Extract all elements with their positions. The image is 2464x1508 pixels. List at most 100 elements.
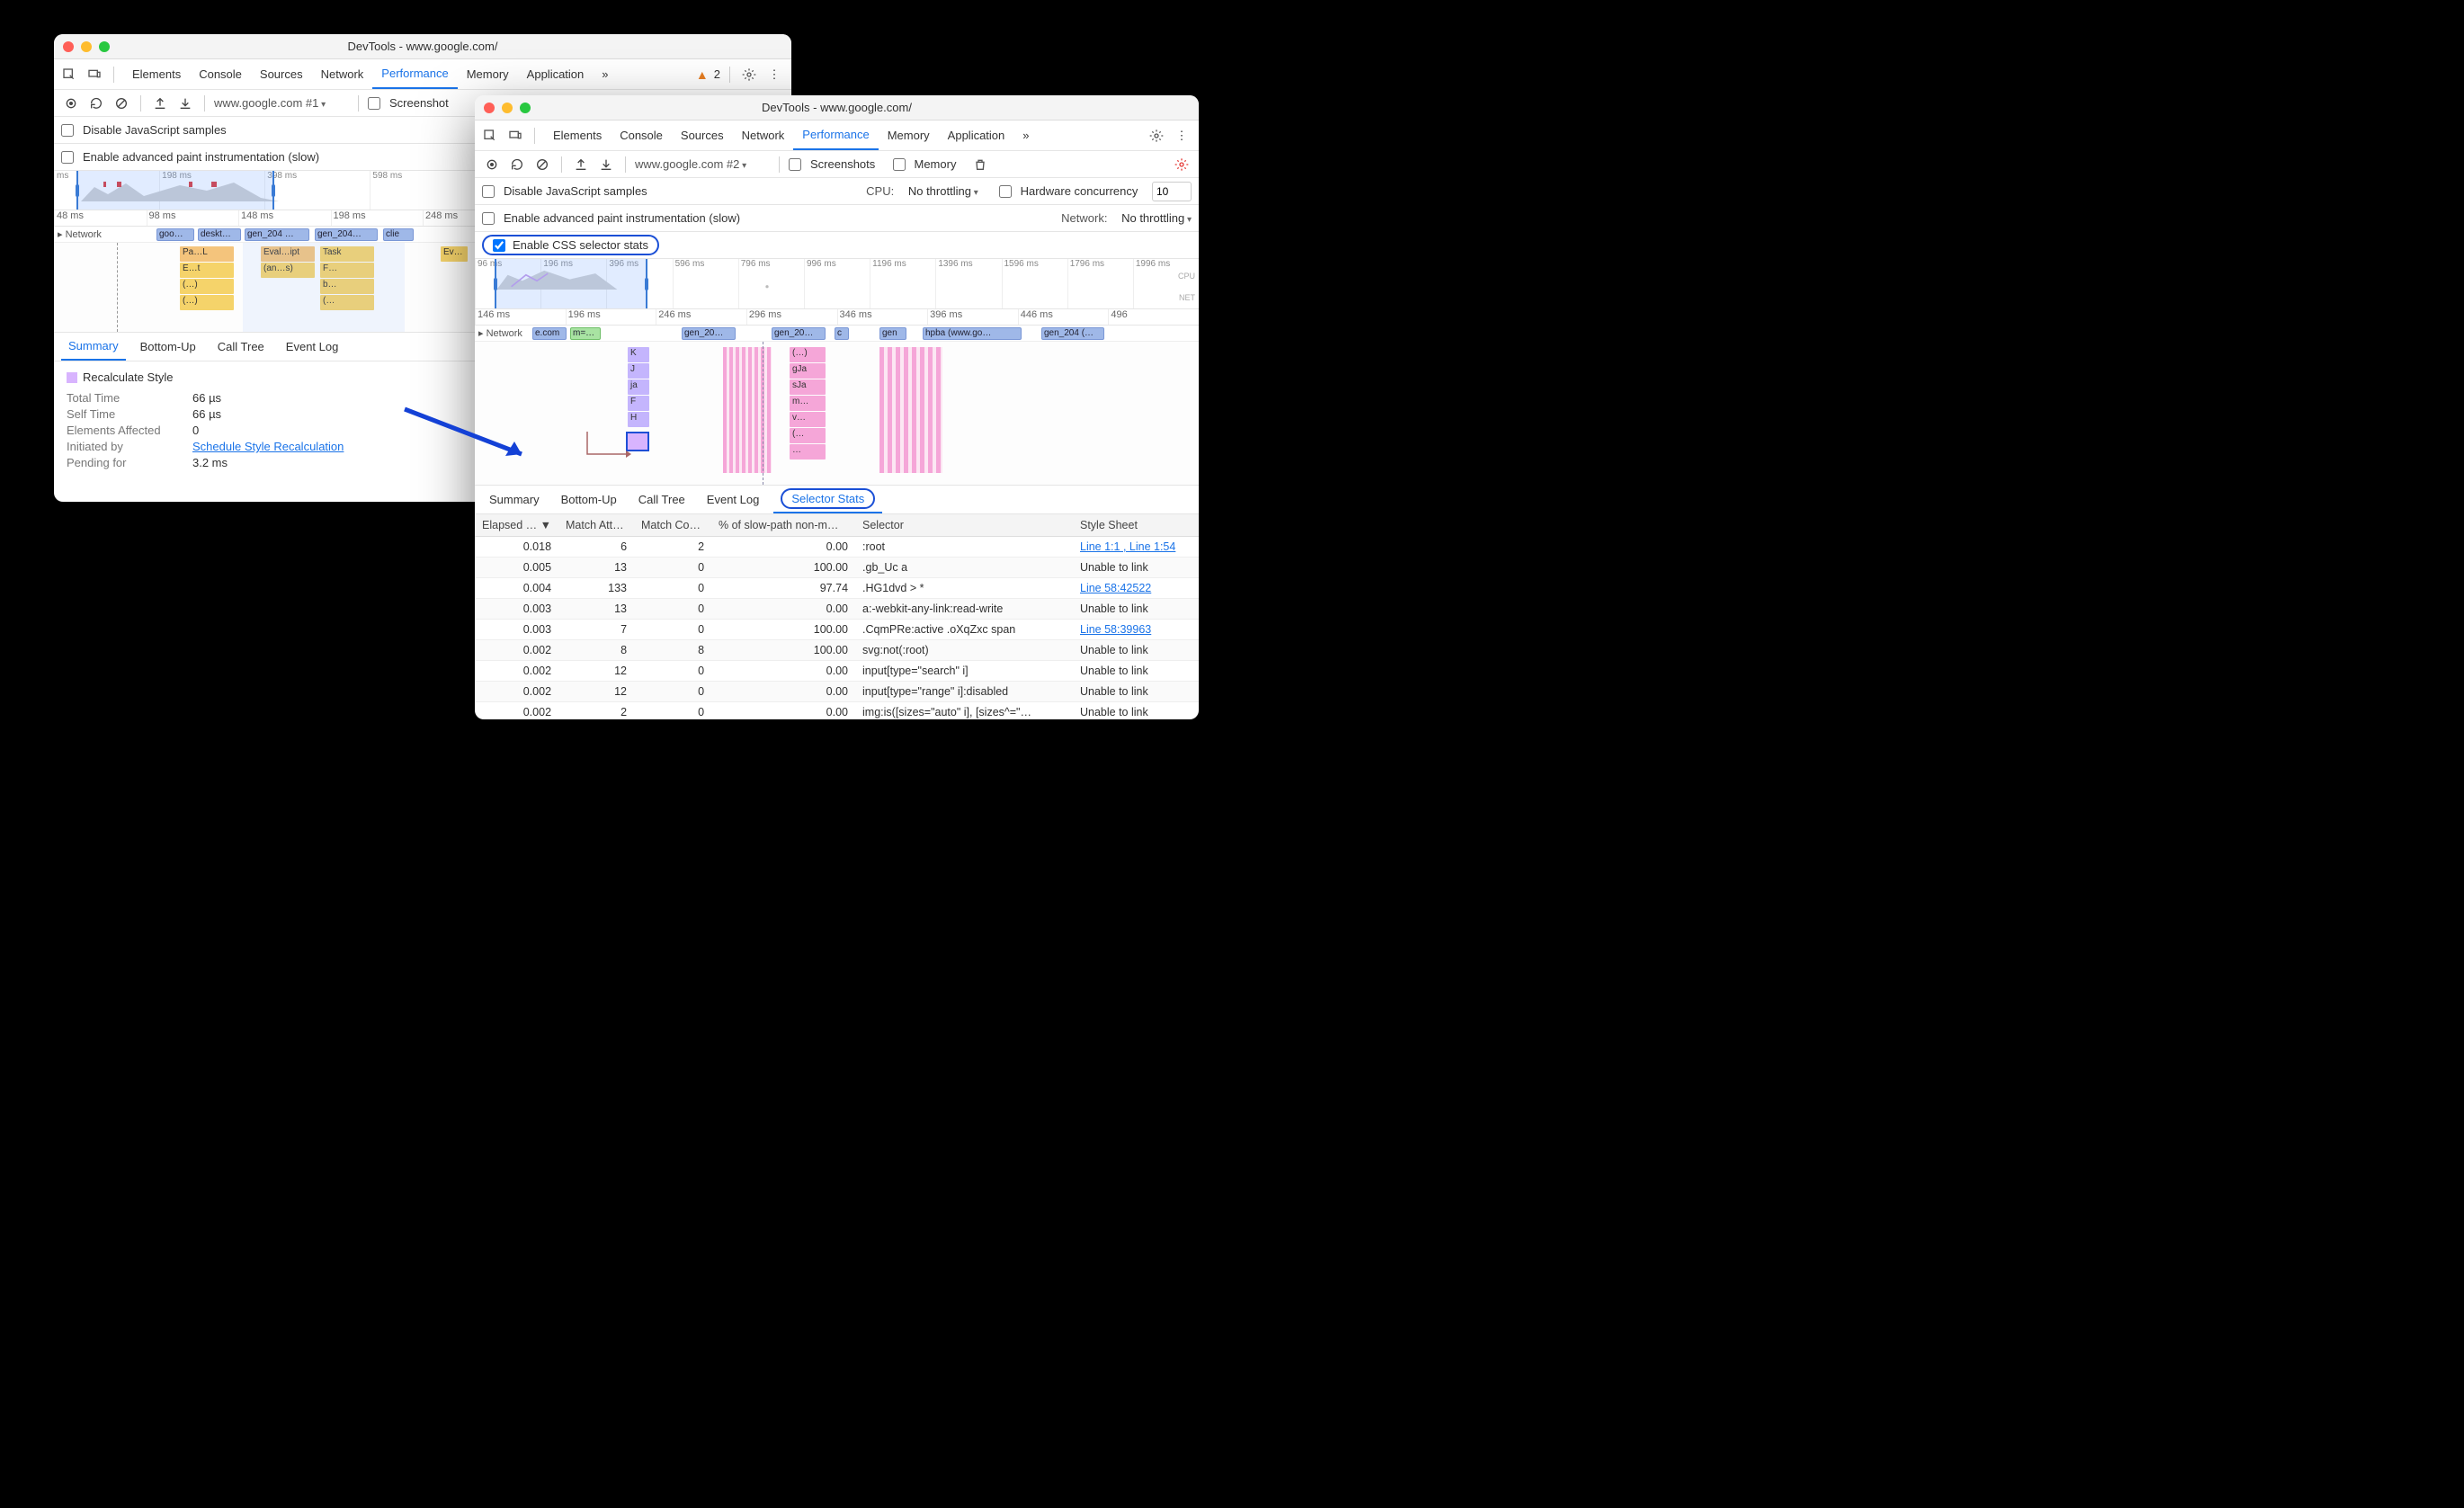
minimize-icon[interactable] <box>81 41 92 52</box>
clear-icon[interactable] <box>532 155 552 174</box>
device-icon[interactable] <box>505 126 525 146</box>
session-select[interactable]: www.google.com #1 <box>214 96 349 110</box>
detail-tab-calltree[interactable]: Call Tree <box>631 486 692 513</box>
settings-icon[interactable] <box>739 65 759 85</box>
zoom-icon[interactable] <box>99 41 110 52</box>
network-row[interactable]: ▸ Network e.com m=… gen_20… gen_20… c ge… <box>475 326 1199 342</box>
detail-tab-summary[interactable]: Summary <box>61 333 126 361</box>
paint-instr-checkbox[interactable] <box>482 212 495 225</box>
upload-icon[interactable] <box>571 155 591 174</box>
col-stylesheet[interactable]: Style Sheet <box>1073 514 1199 537</box>
session-select[interactable]: www.google.com #2 <box>635 157 770 171</box>
detail-tab-eventlog[interactable]: Event Log <box>279 333 346 361</box>
tab-application[interactable]: Application <box>939 121 1014 150</box>
table-row[interactable]: 0.0031300.00a:-webkit-any-link:read-writ… <box>475 599 1199 620</box>
download-icon[interactable] <box>596 155 616 174</box>
col-slowpath[interactable]: % of slow-path non-m… <box>711 514 855 537</box>
initiated-by-link[interactable]: Schedule Style Recalculation <box>192 440 344 453</box>
detail-tab-calltree[interactable]: Call Tree <box>210 333 272 361</box>
traffic-lights <box>63 41 110 52</box>
tab-memory[interactable]: Memory <box>458 60 518 89</box>
detail-tab-summary[interactable]: Summary <box>482 486 547 513</box>
settings-icon[interactable] <box>1147 126 1166 146</box>
close-icon[interactable] <box>63 41 74 52</box>
overview-handle-right[interactable] <box>643 259 650 308</box>
overview-handle-left[interactable] <box>74 171 81 210</box>
tab-memory[interactable]: Memory <box>879 121 939 150</box>
more-icon[interactable]: ⋮ <box>764 65 784 85</box>
table-row[interactable]: 0.018620.00:rootLine 1:1 , Line 1:54 <box>475 537 1199 558</box>
disable-js-checkbox[interactable] <box>61 124 74 137</box>
table-row[interactable]: 0.005130100.00.gb_Uc aUnable to link <box>475 558 1199 578</box>
reload-icon[interactable] <box>507 155 527 174</box>
tab-console[interactable]: Console <box>611 121 672 150</box>
inspect-icon[interactable] <box>59 65 79 85</box>
network-throttle-select[interactable]: No throttling <box>1121 211 1192 225</box>
tab-performance[interactable]: Performance <box>793 121 878 150</box>
close-icon[interactable] <box>484 103 495 113</box>
selector-stats-table[interactable]: Elapsed … ▼ Match Att… Match Co… % of sl… <box>475 514 1199 719</box>
cpu-throttle-select[interactable]: No throttling <box>908 184 978 198</box>
reload-icon[interactable] <box>86 94 106 113</box>
tab-console[interactable]: Console <box>190 60 251 89</box>
col-match-count[interactable]: Match Co… <box>634 514 711 537</box>
zoom-icon[interactable] <box>520 103 531 113</box>
col-match-attempts[interactable]: Match Att… <box>558 514 634 537</box>
warning-icon[interactable]: ▲ <box>696 67 709 82</box>
table-row[interactable]: 0.004133097.74.HG1dvd > *Line 58:42522 <box>475 578 1199 599</box>
screenshots-label: Screenshot <box>389 96 449 110</box>
overview-handle-left[interactable] <box>492 259 499 308</box>
detail-tab-bottomup[interactable]: Bottom-Up <box>133 333 203 361</box>
tab-elements[interactable]: Elements <box>123 60 190 89</box>
paint-instr-checkbox[interactable] <box>61 151 74 164</box>
screenshots-checkbox[interactable] <box>368 97 380 110</box>
more-icon[interactable]: ⋮ <box>1172 126 1192 146</box>
tab-elements[interactable]: Elements <box>544 121 611 150</box>
stylesheet-link[interactable]: Line 1:1 , Line 1:54 <box>1080 540 1175 553</box>
tab-network[interactable]: Network <box>733 121 794 150</box>
table-row[interactable]: 0.0021200.00input[type="range" i]:disabl… <box>475 682 1199 702</box>
table-row[interactable]: 0.002200.00img:is([sizes="auto" i], [siz… <box>475 702 1199 720</box>
detail-tab-eventlog[interactable]: Event Log <box>700 486 767 513</box>
stylesheet-link[interactable]: Line 58:42522 <box>1080 582 1151 594</box>
hw-concurrency-checkbox[interactable] <box>999 185 1012 198</box>
detail-tabbar: Summary Bottom-Up Call Tree Event Log Se… <box>475 486 1199 514</box>
detail-tab-selector-stats[interactable]: Selector Stats <box>773 486 882 513</box>
upload-icon[interactable] <box>150 94 170 113</box>
record-icon[interactable] <box>482 155 502 174</box>
memory-checkbox[interactable] <box>893 158 906 171</box>
flame-chart[interactable]: K J ja F H (…) gJa sJa m… v… (… … <box>475 342 1199 486</box>
stylesheet-link[interactable]: Line 58:39963 <box>1080 623 1151 636</box>
main-tabbar: Elements Console Sources Network Perform… <box>475 120 1199 151</box>
clear-icon[interactable] <box>112 94 131 113</box>
device-icon[interactable] <box>85 65 104 85</box>
overview-handle-right[interactable] <box>270 171 277 210</box>
gc-icon[interactable] <box>970 155 990 174</box>
css-selector-stats-callout: Enable CSS selector stats <box>482 235 659 255</box>
table-row[interactable]: 0.00370100.00.CqmPRe:active .oXqZxc span… <box>475 620 1199 640</box>
tab-application[interactable]: Application <box>518 60 594 89</box>
minimize-icon[interactable] <box>502 103 513 113</box>
download-icon[interactable] <box>175 94 195 113</box>
css-selector-stats-checkbox[interactable] <box>493 239 505 252</box>
capture-settings-icon[interactable] <box>1172 155 1192 174</box>
tab-network[interactable]: Network <box>312 60 373 89</box>
memory-label: Memory <box>915 157 957 171</box>
timeline-overview[interactable]: 96 ms196 ms 396 ms596 ms 796 ms996 ms 11… <box>475 259 1199 309</box>
screenshots-checkbox[interactable] <box>789 158 801 171</box>
tab-overflow-icon[interactable]: » <box>1013 121 1038 150</box>
disable-js-checkbox[interactable] <box>482 185 495 198</box>
inspect-icon[interactable] <box>480 126 500 146</box>
tab-sources[interactable]: Sources <box>672 121 733 150</box>
issues-count[interactable]: 2 <box>714 67 720 81</box>
table-row[interactable]: 0.00288100.00svg:not(:root)Unable to lin… <box>475 640 1199 661</box>
col-elapsed[interactable]: Elapsed … ▼ <box>475 514 558 537</box>
tab-performance[interactable]: Performance <box>372 60 457 89</box>
record-icon[interactable] <box>61 94 81 113</box>
col-selector[interactable]: Selector <box>855 514 1073 537</box>
detail-tab-bottomup[interactable]: Bottom-Up <box>554 486 624 513</box>
tab-overflow-icon[interactable]: » <box>593 60 617 89</box>
tab-sources[interactable]: Sources <box>251 60 312 89</box>
hw-concurrency-input[interactable] <box>1152 182 1192 201</box>
table-row[interactable]: 0.0021200.00input[type="search" i]Unable… <box>475 661 1199 682</box>
